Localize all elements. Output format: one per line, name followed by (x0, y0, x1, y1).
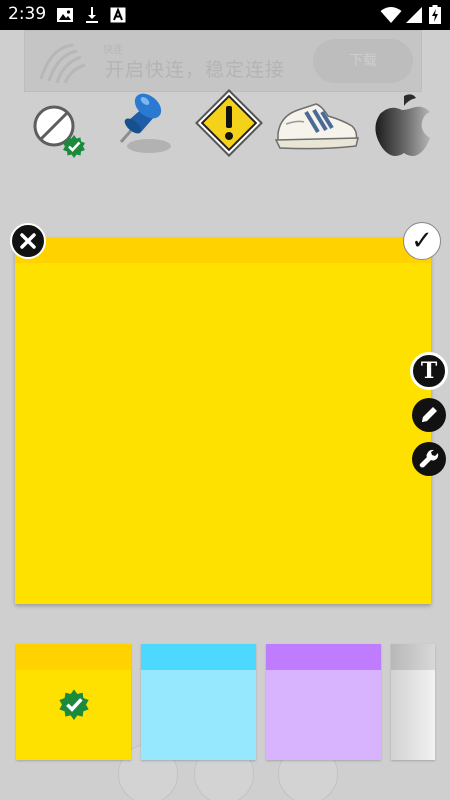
a-box-icon (110, 7, 126, 23)
swatch-band (141, 644, 256, 670)
confirm-button[interactable]: ✓ (403, 222, 441, 260)
selected-check-icon (59, 689, 89, 720)
sticky-note[interactable] (15, 238, 431, 604)
note-header-band (15, 238, 431, 263)
status-bar: 2:39 (0, 0, 450, 30)
ad-download-button[interactable]: 下载 (313, 39, 413, 83)
status-time: 2:39 (8, 4, 47, 24)
color-swatch-blue[interactable] (141, 644, 256, 760)
close-button[interactable] (10, 223, 46, 259)
sticker-sneaker[interactable] (272, 94, 360, 156)
apple-logo-icon (375, 94, 430, 156)
color-swatch-purple[interactable] (266, 644, 381, 760)
swatch-band (266, 644, 381, 670)
download-icon (86, 7, 98, 23)
sticker-apple[interactable] (372, 90, 434, 160)
sneaker-icon (274, 103, 359, 150)
pen-tool-button[interactable] (412, 398, 446, 432)
close-icon (20, 233, 36, 249)
warning-sign-icon (195, 89, 263, 157)
checkmark-icon: ✓ (411, 226, 433, 256)
pencil-icon (422, 407, 437, 422)
image-icon (57, 8, 73, 22)
wrench-icon (419, 449, 439, 468)
swatch-band (16, 644, 131, 670)
ad-tagline: 开启快连，稳定连接 (105, 59, 286, 81)
sticker-none[interactable] (30, 100, 90, 160)
sticker-push-pin[interactable] (105, 86, 175, 158)
ad-banner[interactable]: 快连 开启快连，稳定连接 下载 (24, 30, 422, 92)
sticker-warning[interactable] (192, 86, 266, 160)
checkmark-badge-icon (63, 135, 85, 158)
ad-brand-label: 快连 (103, 45, 123, 56)
push-pin-icon (119, 93, 171, 153)
battery-charging-icon (429, 5, 441, 24)
wifi-icon (380, 7, 402, 23)
swatch-band (391, 644, 435, 670)
color-swatch-yellow[interactable] (16, 644, 131, 760)
text-tool-icon: T (420, 358, 438, 384)
signal-icon (406, 7, 422, 23)
settings-tool-button[interactable] (412, 442, 446, 476)
text-tool-button[interactable]: T (410, 352, 448, 390)
color-swatch-white[interactable] (391, 644, 435, 760)
